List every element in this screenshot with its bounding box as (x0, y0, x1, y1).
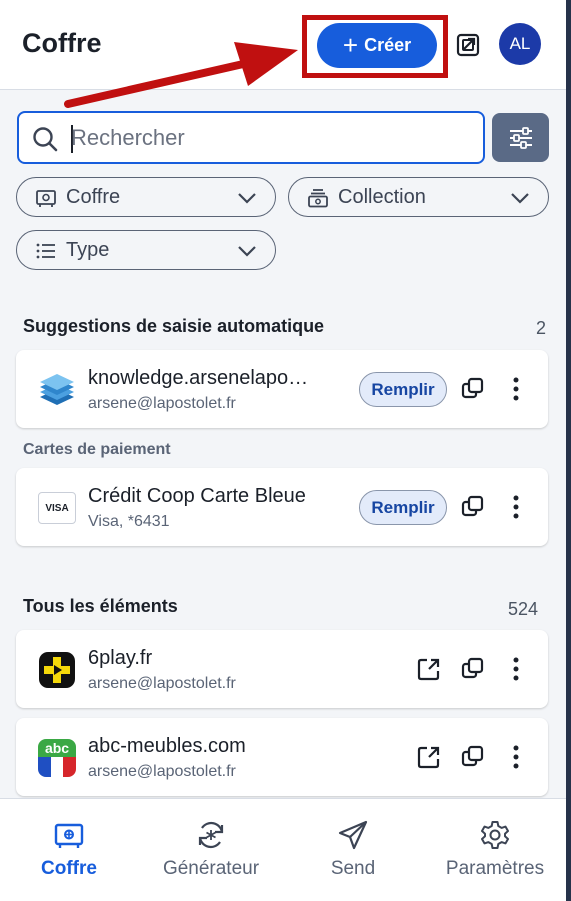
item-username: arsene@lapostolet.fr (88, 395, 236, 412)
type-filter-label: Type (66, 239, 110, 261)
autofill-section-title: Suggestions de saisie automatique (23, 316, 325, 336)
more-options-icon[interactable] (502, 493, 530, 521)
nav-vault-label: Coffre (41, 858, 97, 879)
chevron-down-icon (238, 246, 256, 257)
more-options-icon[interactable] (502, 655, 530, 683)
search-input[interactable] (71, 121, 471, 155)
header: Coffre + Créer AL (0, 0, 566, 90)
list-item[interactable]: knowledge.arsenelapo… arsene@lapostolet.… (16, 350, 548, 428)
vault-popup: Coffre + Créer AL Rechercher Coffre Coll… (0, 0, 566, 901)
collection-filter-label: Collection (338, 186, 426, 208)
avatar[interactable]: AL (499, 23, 541, 65)
highlight-box (302, 15, 448, 78)
list-item[interactable]: 6play.fr arsene@lapostolet.fr (16, 630, 548, 708)
nav-settings[interactable]: Paramètres (430, 799, 560, 899)
copy-icon[interactable] (459, 493, 487, 521)
collection-filter[interactable]: Collection (288, 177, 549, 217)
copy-icon[interactable] (459, 375, 487, 403)
search-box[interactable] (17, 111, 485, 164)
visa-brand-text: VISA (45, 502, 69, 514)
vault-filter[interactable]: Coffre (16, 177, 276, 217)
copy-icon[interactable] (459, 655, 487, 683)
vault-icon (54, 823, 84, 848)
gear-icon (481, 821, 509, 849)
abc-logo-icon: abc (38, 739, 76, 777)
search-icon (33, 127, 58, 152)
list-item[interactable]: abc abc-meubles.com arsene@lapostolet.fr (16, 718, 548, 796)
6play-logo-icon (39, 652, 75, 688)
generator-icon (198, 821, 224, 849)
popout-icon[interactable] (455, 32, 481, 58)
item-name: abc-meubles.com (88, 735, 246, 757)
item-name: 6play.fr (88, 647, 153, 669)
fill-button[interactable]: Remplir (359, 372, 447, 407)
nav-send[interactable]: Send (288, 799, 418, 899)
copy-icon[interactable] (459, 743, 487, 771)
vault-filter-label: Coffre (66, 186, 121, 208)
more-options-icon[interactable] (502, 375, 530, 403)
abc-logo-text: abc (38, 739, 76, 757)
sliders-icon (509, 126, 532, 149)
all-items-section-title: Tous les éléments (23, 596, 178, 616)
nav-generator[interactable]: Générateur (146, 799, 276, 899)
send-icon (338, 820, 368, 850)
cards-subheading: Cartes de paiement (23, 441, 171, 458)
chevron-down-icon (238, 193, 256, 204)
nav-settings-label: Paramètres (445, 858, 545, 879)
item-name: knowledge.arsenelapo… (88, 367, 309, 389)
bottom-nav: Coffre Générateur Send Paramètres (0, 798, 566, 901)
autofill-count: 2 (536, 318, 547, 338)
nav-generator-label: Générateur (162, 858, 260, 879)
item-card-info: Visa, *6431 (88, 513, 170, 530)
window-edge (566, 0, 571, 901)
nav-send-label: Send (330, 858, 376, 879)
type-filter[interactable]: Type (16, 230, 276, 270)
all-items-count: 524 (508, 599, 539, 619)
filter-settings-button[interactable] (492, 113, 549, 162)
launch-icon[interactable] (415, 743, 443, 771)
page-title: Coffre (22, 28, 102, 58)
list-item[interactable]: VISA Crédit Coop Carte Bleue Visa, *6431… (16, 468, 548, 546)
nav-vault[interactable]: Coffre (4, 799, 134, 899)
stack-logo-icon (40, 374, 74, 405)
item-username: arsene@lapostolet.fr (88, 763, 236, 780)
collection-icon (308, 189, 328, 208)
launch-icon[interactable] (415, 655, 443, 683)
more-options-icon[interactable] (502, 743, 530, 771)
fill-button[interactable]: Remplir (359, 490, 447, 525)
visa-icon: VISA (38, 492, 76, 524)
vault-icon (36, 190, 56, 207)
list-icon (36, 243, 55, 259)
item-name: Crédit Coop Carte Bleue (88, 485, 306, 507)
item-username: arsene@lapostolet.fr (88, 675, 236, 692)
chevron-down-icon (511, 193, 529, 204)
